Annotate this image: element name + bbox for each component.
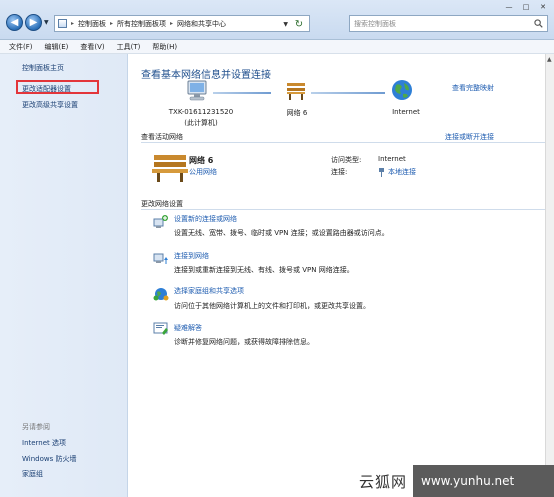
homegroup-icon <box>153 288 169 301</box>
ethernet-icon <box>379 167 384 177</box>
troubleshoot-icon <box>153 322 168 335</box>
search-icon[interactable] <box>534 19 543 28</box>
arrow-right-icon: ▶ <box>29 16 38 28</box>
history-dropdown-icon[interactable]: ▼ <box>44 19 49 26</box>
task-troubleshoot-desc: 诊断并修复网络问题，或获得故障排除信息。 <box>174 338 314 346</box>
chevron-right-icon: ▸ <box>110 20 114 27</box>
sidebar-item-homegroup[interactable]: 家庭组 <box>22 469 43 479</box>
internet-label[interactable]: Internet <box>381 108 431 116</box>
connection-link[interactable]: 本地连接 <box>378 167 416 177</box>
connection-label: 连接: <box>331 168 348 176</box>
refresh-icon[interactable]: ↻ <box>292 18 306 30</box>
network-type-link[interactable]: 公用网络 <box>189 167 217 177</box>
search-input[interactable]: 搜索控制面板 <box>349 15 548 32</box>
sidebar: 控制面板主页 更改适配器设置 更改高级共享设置 另请参阅 Internet 选项… <box>0 54 128 497</box>
network-label[interactable]: 网络 6 <box>277 108 317 118</box>
search-placeholder: 搜索控制面板 <box>354 19 396 28</box>
vertical-scrollbar[interactable]: ▲ ▼ <box>545 54 554 497</box>
sidebar-item-firewall[interactable]: Windows 防火墙 <box>22 454 76 464</box>
divider <box>141 209 545 210</box>
menu-view[interactable]: 查看(V) <box>80 40 116 53</box>
minimize-icon[interactable]: — <box>502 2 516 12</box>
close-icon[interactable]: ✕ <box>536 2 550 12</box>
computer-sub-label: (此计算机) <box>184 119 218 127</box>
view-full-map-link[interactable]: 查看完整映射 <box>452 83 494 93</box>
control-panel-icon <box>58 19 67 28</box>
map-connector <box>213 92 271 94</box>
task-troubleshoot-link[interactable]: 疑难解答 <box>174 323 202 333</box>
menu-file[interactable]: 文件(F) <box>9 40 45 53</box>
menu-help[interactable]: 帮助(H) <box>152 40 189 53</box>
forward-button[interactable]: ▶ <box>25 14 42 31</box>
chevron-right-icon: ▸ <box>170 20 174 27</box>
watermark-name: 云狐网 <box>359 472 408 491</box>
address-bar: ◀ ▶ ▼ ▸ 控制面板 ▸ 所有控制面板项 ▸ 网络和共享中心 ▼ ↻ 搜索控… <box>0 0 554 40</box>
sidebar-item-home[interactable]: 控制面板主页 <box>22 63 64 73</box>
watermark: 云狐网 www.yunhu.net <box>349 465 554 497</box>
sidebar-item-internet-options[interactable]: Internet 选项 <box>22 438 66 448</box>
task-new-connection-link[interactable]: 设置新的连接或网络 <box>174 214 237 224</box>
see-also-heading: 另请参阅 <box>22 423 50 431</box>
change-settings-heading: 更改网络设置 <box>141 200 183 208</box>
computer-icon <box>187 80 207 101</box>
task-connect-network-desc: 连接到或重新连接到无线、有线、拨号或 VPN 网络连接。 <box>174 266 354 274</box>
sidebar-item-advanced-sharing[interactable]: 更改高级共享设置 <box>22 100 78 110</box>
arrow-left-icon: ◀ <box>10 16 19 28</box>
globe-icon <box>392 80 412 100</box>
sidebar-item-adapter-settings[interactable]: 更改适配器设置 <box>22 84 71 94</box>
breadcrumb-network-center[interactable]: 网络和共享中心 <box>177 19 226 29</box>
menu-edit[interactable]: 编辑(E) <box>45 40 81 53</box>
active-networks-heading: 查看活动网络 <box>141 133 183 141</box>
maximize-icon[interactable]: □ <box>519 2 533 12</box>
active-network-name: 网络 6 <box>189 156 214 165</box>
access-type-label: 访问类型: <box>331 156 362 164</box>
new-connection-icon <box>153 215 168 228</box>
task-new-connection-desc: 设置无线、宽带、拨号、临时或 VPN 连接；或设置路由器或访问点。 <box>174 229 389 237</box>
window-controls: — □ ✕ <box>502 2 550 12</box>
breadcrumb-all-items[interactable]: 所有控制面板项 <box>117 19 166 29</box>
page-title: 查看基本网络信息并设置连接 <box>141 70 271 81</box>
divider <box>141 142 545 143</box>
task-connect-network-link[interactable]: 连接到网络 <box>174 251 209 261</box>
map-connector <box>311 92 385 94</box>
back-button[interactable]: ◀ <box>6 14 23 31</box>
connection-value: 本地连接 <box>388 168 416 176</box>
watermark-url: www.yunhu.net <box>413 465 554 497</box>
menu-tools[interactable]: 工具(T) <box>117 40 153 53</box>
chevron-right-icon: ▸ <box>71 20 75 27</box>
task-homegroup-link[interactable]: 选择家庭组和共享选项 <box>174 286 244 296</box>
address-field[interactable]: ▸ 控制面板 ▸ 所有控制面板项 ▸ 网络和共享中心 ▼ ↻ <box>54 15 310 32</box>
main-panel: 查看基本网络信息并设置连接 查看完整映射 TXK-01611231520 (此计… <box>129 54 554 497</box>
scroll-up-icon[interactable]: ▲ <box>547 56 552 63</box>
task-homegroup-desc: 访问位于其他网络计算机上的文件和打印机，或更改共享设置。 <box>174 302 370 310</box>
computer-name[interactable]: TXK-01611231520 <box>161 108 241 116</box>
connect-disconnect-link[interactable]: 连接或断开连接 <box>445 132 494 142</box>
breadcrumb-control-panel[interactable]: 控制面板 <box>78 19 106 29</box>
menu-bar: 文件(F) 编辑(E) 查看(V) 工具(T) 帮助(H) <box>0 40 554 54</box>
connect-network-icon <box>153 253 168 264</box>
bench-icon <box>287 83 305 100</box>
access-type-value: Internet <box>378 155 406 163</box>
chevron-down-icon[interactable]: ▼ <box>283 21 288 28</box>
bench-icon <box>152 155 188 182</box>
